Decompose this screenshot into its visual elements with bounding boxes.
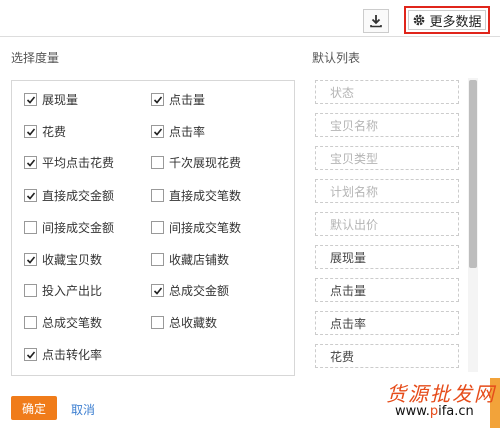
metric-option[interactable]: 点击转化率 [24, 346, 102, 363]
metric-label: 总成交金额 [169, 284, 230, 298]
more-data-label: 更多数据 [429, 14, 482, 30]
check-icon [153, 95, 162, 104]
default-column-item: 宝贝类型 [315, 146, 459, 170]
metric-label: 点击转化率 [42, 348, 103, 362]
checkbox-checked[interactable] [151, 284, 164, 297]
metric-label: 花费 [42, 125, 67, 139]
metric-label: 收藏店铺数 [169, 253, 230, 267]
metric-option[interactable]: 展现量 [24, 91, 78, 108]
metrics-section-title: 选择度量 [11, 51, 60, 65]
metric-option[interactable]: 总收藏数 [151, 314, 217, 331]
check-icon [26, 255, 35, 264]
metric-label: 点击率 [169, 125, 206, 139]
metrics-checkbox-group: 展现量 点击量花费 点击率平均点击花费 千次展现花费直接成交金额 直接成交笔数间接成交金… [11, 80, 295, 376]
check-icon [153, 127, 162, 136]
metric-option[interactable]: 点击量 [151, 91, 205, 108]
metric-option[interactable]: 千次展现花费 [151, 154, 241, 171]
metric-option[interactable]: 花费 [24, 123, 66, 140]
check-icon [26, 95, 35, 104]
checkbox-checked[interactable] [24, 156, 37, 169]
metric-option[interactable]: 平均点击花费 [24, 154, 114, 171]
metric-option[interactable]: 间接成交笔数 [151, 219, 241, 236]
checkbox-checked[interactable] [24, 189, 37, 202]
default-column-item: 宝贝名称 [315, 113, 459, 137]
check-icon [26, 350, 35, 359]
watermark-url: www.pifa.cn [392, 404, 477, 419]
download-icon [370, 15, 382, 28]
scrollbar-thumb[interactable] [469, 80, 477, 268]
checkbox-unchecked[interactable] [151, 221, 164, 234]
checkbox-unchecked[interactable] [24, 284, 37, 297]
default-list-title: 默认列表 [312, 51, 361, 65]
check-icon [26, 127, 35, 136]
metric-option[interactable]: 投入产出比 [24, 282, 102, 299]
metric-option[interactable]: 收藏店铺数 [151, 251, 229, 268]
checkbox-checked[interactable] [24, 93, 37, 106]
checkbox-unchecked[interactable] [151, 253, 164, 266]
watermark-logo: 货源批发网 www.pifa.cn [382, 378, 496, 426]
metric-label: 平均点击花费 [42, 156, 115, 170]
top-toolbar: 更多数据 [0, 0, 500, 36]
metric-label: 直接成交金额 [42, 189, 115, 203]
checkbox-checked[interactable] [151, 125, 164, 138]
checkbox-checked[interactable] [151, 93, 164, 106]
metric-label: 总收藏数 [169, 316, 218, 330]
gear-icon [414, 14, 425, 26]
metric-option[interactable]: 点击率 [151, 123, 205, 140]
cancel-link[interactable]: 取消 [71, 401, 95, 418]
checkbox-checked[interactable] [24, 348, 37, 361]
checkbox-checked[interactable] [24, 125, 37, 138]
default-column-item[interactable]: 展现量 [315, 245, 459, 269]
download-button[interactable] [363, 9, 389, 33]
metric-option[interactable]: 总成交金额 [151, 282, 229, 299]
check-icon [26, 191, 35, 200]
metric-option[interactable]: 间接成交金额 [24, 219, 114, 236]
more-data-button[interactable]: 更多数据 [404, 6, 490, 34]
checkbox-unchecked[interactable] [151, 316, 164, 329]
default-column-item[interactable]: 点击量 [315, 278, 459, 302]
watermark-title: 货源批发网 [386, 382, 496, 406]
metric-label: 点击量 [169, 93, 206, 107]
metric-label: 展现量 [42, 93, 79, 107]
default-column-item[interactable]: 花费 [315, 344, 459, 368]
default-column-item: 状态 [315, 80, 459, 104]
checkbox-unchecked[interactable] [24, 221, 37, 234]
metric-label: 间接成交金额 [42, 221, 115, 235]
metric-label: 总成交笔数 [42, 316, 103, 330]
metric-label: 收藏宝贝数 [42, 253, 103, 267]
metric-option[interactable]: 总成交笔数 [24, 314, 102, 331]
metric-label: 间接成交笔数 [169, 221, 242, 235]
check-icon [153, 286, 162, 295]
checkbox-checked[interactable] [24, 253, 37, 266]
check-icon [26, 158, 35, 167]
metric-label: 直接成交笔数 [169, 189, 242, 203]
metric-label: 千次展现花费 [169, 156, 242, 170]
checkbox-unchecked[interactable] [24, 316, 37, 329]
checkbox-unchecked[interactable] [151, 189, 164, 202]
metric-option[interactable]: 收藏宝贝数 [24, 251, 102, 268]
metric-label: 投入产出比 [42, 284, 103, 298]
default-column-list: 花费 点击率 点击量 展现量 默认出价 计划名称 宝贝类型 宝贝名称 状态 [312, 78, 482, 378]
default-column-item[interactable]: 点击率 [315, 311, 459, 335]
metric-option[interactable]: 直接成交笔数 [151, 187, 241, 204]
checkbox-unchecked[interactable] [151, 156, 164, 169]
metric-option[interactable]: 直接成交金额 [24, 187, 114, 204]
default-column-item: 计划名称 [315, 179, 459, 203]
default-column-item: 默认出价 [315, 212, 459, 236]
confirm-button[interactable]: 确定 [11, 396, 57, 420]
